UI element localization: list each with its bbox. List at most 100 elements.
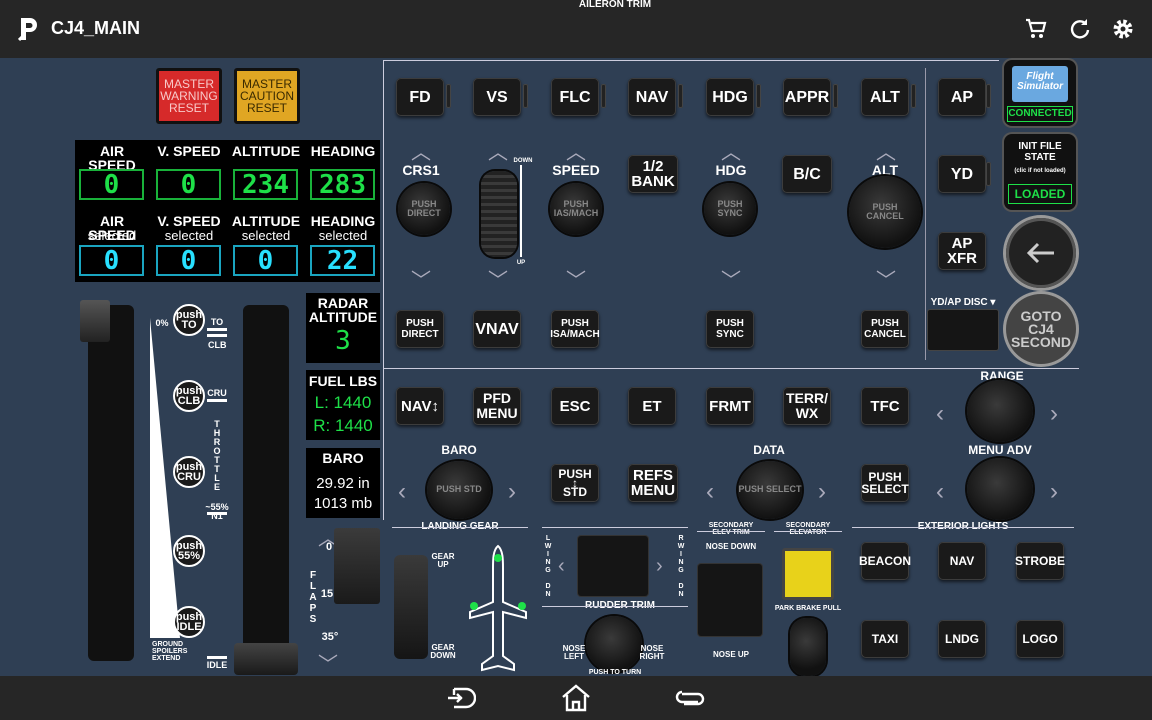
ap-knob-up-chevron-1[interactable]: ︿ (488, 136, 508, 165)
ap-flc-button[interactable]: FLC (551, 78, 599, 116)
push-cancel-button[interactable]: PUSH CANCEL (861, 310, 909, 348)
pfd-btn-1[interactable]: PFD MENU (473, 387, 521, 425)
range-knob[interactable] (967, 380, 1033, 442)
pfd-knob-chevron-5[interactable]: › (1050, 400, 1058, 428)
pfd-knob-chevron-3[interactable]: › (818, 478, 826, 506)
push-isa-mach-button[interactable]: PUSH ISA/MACH (550, 310, 600, 348)
pfd-btn-0[interactable]: NAV↕ (396, 387, 444, 425)
push-select-button[interactable]: PUSH SELECT (861, 464, 909, 502)
pfd-knob-chevron-0[interactable]: ‹ (398, 478, 406, 506)
home-nav-icon[interactable] (560, 684, 592, 712)
ap-ap-button[interactable]: AP (938, 78, 986, 116)
elev-trim-switch[interactable] (698, 564, 762, 636)
ap-hdg-button[interactable]: HDG (706, 78, 754, 116)
vnav-button[interactable]: VNAV (473, 310, 521, 348)
aileron-right-chevron[interactable]: › (656, 555, 663, 578)
init-file-sub: (clic if not loaded) (1014, 168, 1066, 174)
ap-fd-button[interactable]: FD (396, 78, 444, 116)
refresh-icon[interactable] (1068, 17, 1092, 41)
flaps-down-chevron[interactable]: ﹀ (318, 648, 338, 677)
secondary-elevator-switch[interactable] (782, 548, 834, 600)
vs-up-label: UP (516, 260, 526, 266)
gear-icon[interactable] (1111, 17, 1135, 41)
yd-button[interactable]: YD (938, 155, 986, 193)
aileron-left-chevron[interactable]: ‹ (558, 555, 565, 578)
half-bank-button[interactable]: 1/2 BANK (628, 155, 678, 193)
push-direct-button[interactable]: PUSH DIRECT (396, 310, 444, 348)
pfd-btn-3[interactable]: ET (628, 387, 676, 425)
aileron-rule (542, 527, 688, 528)
nose-right-label: NOSE RIGHT (639, 644, 665, 661)
ap-knob-down-chevron-3[interactable]: ﹀ (721, 264, 741, 293)
pfd-btn-6[interactable]: TFC (861, 387, 909, 425)
selected-value-1: 0 (156, 245, 221, 276)
flaps-handle[interactable] (334, 528, 380, 604)
pfd-knob-chevron-6[interactable]: ‹ (936, 478, 944, 506)
park-brake-handle[interactable] (790, 618, 826, 676)
pfd-knob-chevron-2[interactable]: ‹ (706, 478, 714, 506)
ap-appr-button[interactable]: APPR (783, 78, 831, 116)
goto-cj4-second-button[interactable]: GOTO CJ4 SECOND (1006, 294, 1076, 364)
landing-gear-handle[interactable] (394, 555, 428, 659)
bc-button[interactable]: B/C (782, 155, 832, 193)
ap-knob-down-chevron-1[interactable]: ﹀ (488, 264, 508, 293)
throttle-label: THROTTLE (213, 419, 221, 492)
throttle-handle[interactable] (234, 643, 298, 675)
ap-knob-down-chevron-4[interactable]: ﹀ (876, 264, 896, 293)
ap-vs-button[interactable]: VS (473, 78, 521, 116)
ap-alt-button[interactable]: ALT (861, 78, 909, 116)
ap-knob-up-chevron-0[interactable]: ︿ (411, 136, 431, 165)
push-clb-button[interactable]: push CLB (173, 380, 205, 412)
recents-nav-icon[interactable] (674, 684, 706, 712)
ap-knob-up-chevron-2[interactable]: ︿ (566, 136, 586, 165)
pfd-btn-5[interactable]: TERR/ WX (783, 387, 831, 425)
loaded-status: LOADED (1008, 184, 1072, 204)
push-to-button[interactable]: push TO (173, 304, 205, 336)
rudder-trim-knob[interactable] (586, 616, 642, 672)
yd-ap-disc-button[interactable] (928, 310, 998, 350)
ap-led-4 (756, 84, 761, 108)
exterior-lights-rule (852, 527, 1074, 528)
master-warning-button[interactable]: MASTER WARNING RESET (156, 68, 222, 124)
ap-knob-down-chevron-2[interactable]: ﹀ (566, 264, 586, 293)
pfd-knob-chevron-7[interactable]: › (1050, 478, 1058, 506)
readout-value-2: 234 (233, 169, 298, 200)
push-cru-button[interactable]: push CRU (173, 456, 205, 488)
ap-knob-down-chevron-0[interactable]: ﹀ (411, 264, 431, 293)
pfd-btn-4[interactable]: FRMT (706, 387, 754, 425)
light-beacon-button[interactable]: BEACON (859, 542, 911, 580)
ap-xfr-button[interactable]: AP XFR (938, 232, 986, 270)
ap-knob-up-chevron-3[interactable]: ︿ (721, 136, 741, 165)
back-nav-icon[interactable] (444, 684, 476, 712)
light-strobe-button[interactable]: STROBE (1015, 542, 1065, 580)
selected-label-1: V. SPEED (157, 213, 221, 229)
pfd-btn-2[interactable]: ESC (551, 387, 599, 425)
radar-altitude-value: 3 (335, 326, 351, 356)
push-55-button[interactable]: push 55% (173, 535, 205, 567)
back-button[interactable] (1006, 218, 1076, 288)
ap-led-3 (678, 84, 683, 108)
menu-adv-knob[interactable] (967, 458, 1033, 520)
throttle-zero-label: 0% (155, 318, 169, 328)
pfd-knob-chevron-1[interactable]: › (508, 478, 516, 506)
cart-icon[interactable] (1024, 17, 1048, 41)
pfd-knob-chevron-4[interactable]: ‹ (936, 400, 944, 428)
rudder-rule (542, 606, 688, 607)
refs-menu-button[interactable]: REFS MENU (628, 464, 678, 502)
light-taxi-button[interactable]: TAXI (861, 620, 909, 658)
push-idle-button[interactable]: push IDLE (173, 606, 205, 638)
push-sync-button[interactable]: PUSH SYNC (706, 310, 754, 348)
baro-knob-label: BARO (441, 443, 477, 457)
light-logo-button[interactable]: LOGO (1016, 620, 1064, 658)
vs-wheel[interactable] (481, 171, 517, 257)
light-lndg-button[interactable]: LNDG (938, 620, 986, 658)
ap-knob-up-chevron-4[interactable]: ︿ (876, 136, 896, 165)
ap-led (986, 84, 991, 108)
push-std-button[interactable]: PUSH ↕ STD (551, 464, 599, 502)
light-nav-button[interactable]: NAV (938, 542, 986, 580)
aileron-trim-switch[interactable] (578, 536, 648, 596)
aircraft-diagram (469, 544, 527, 672)
ap-nav-button[interactable]: NAV (628, 78, 676, 116)
master-caution-button[interactable]: MASTER CAUTION RESET (234, 68, 300, 124)
speed-brake-handle[interactable] (80, 300, 110, 342)
